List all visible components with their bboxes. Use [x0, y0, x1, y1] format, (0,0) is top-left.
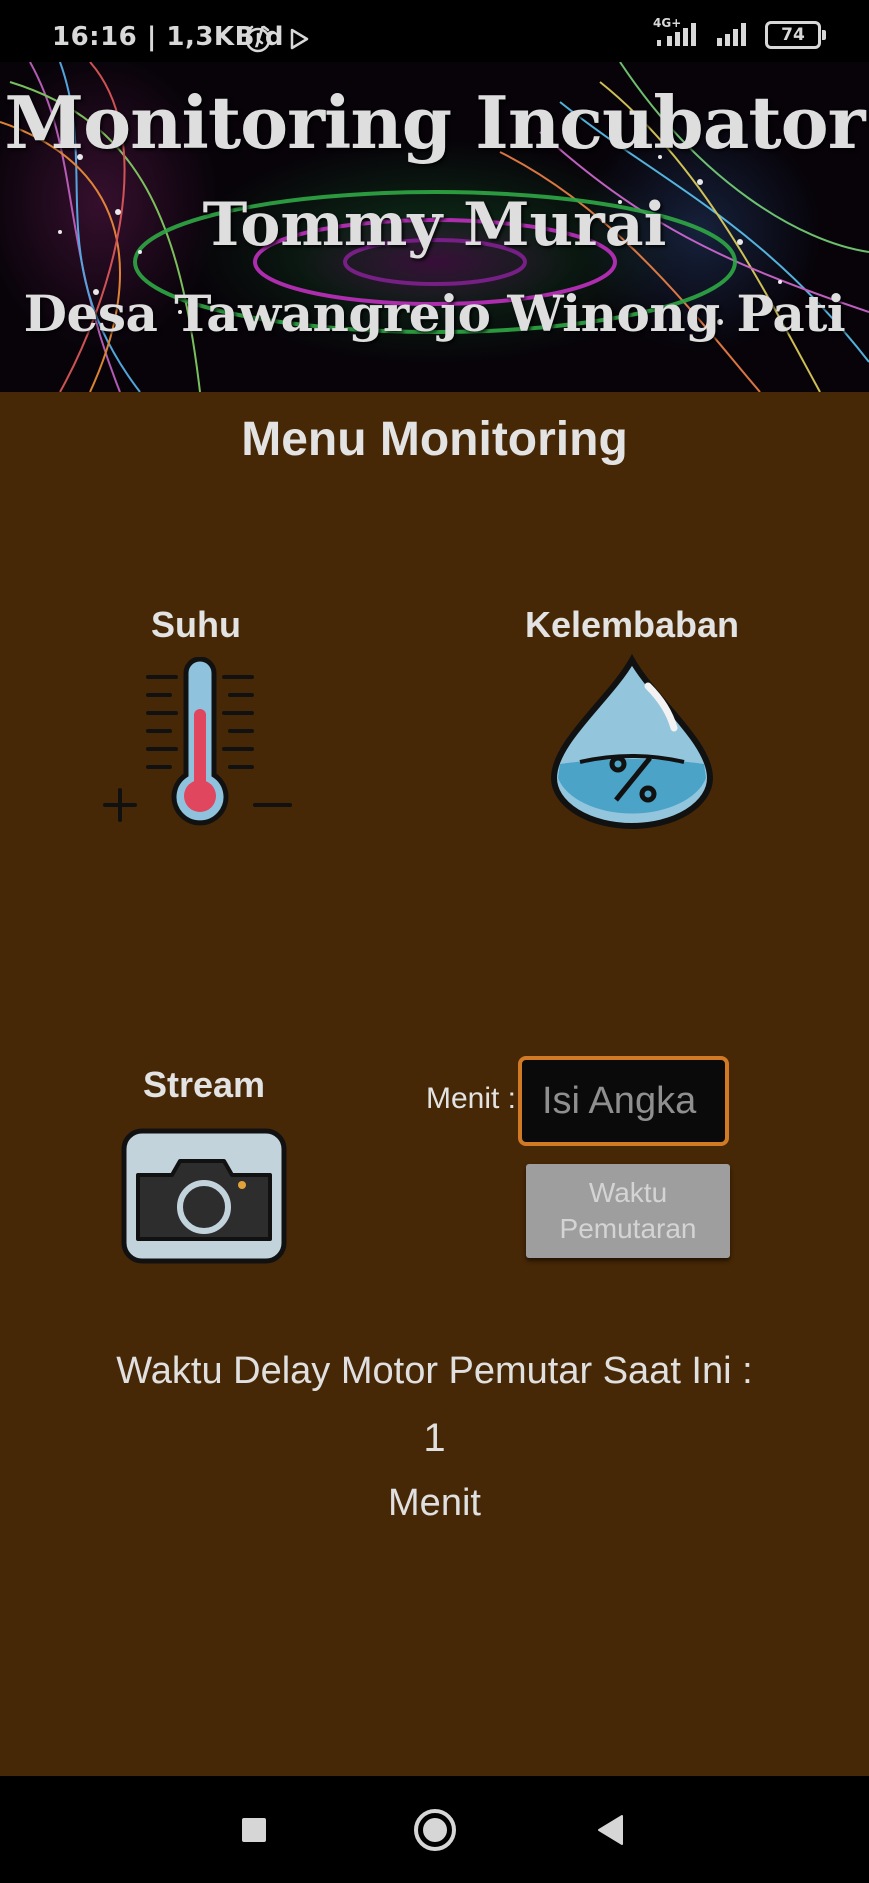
banner-title: Monitoring Incubator — [4, 80, 865, 165]
battery-level: 74 — [781, 25, 805, 45]
current-delay-label: Waktu Delay Motor Pemutar Saat Ini : — [116, 1350, 753, 1392]
banner-location: Desa Tawangrejo Winong Pati — [23, 284, 846, 343]
alarm-clock-icon — [245, 25, 271, 53]
humidity-tile[interactable] — [550, 653, 714, 830]
current-delay-unit: Menit — [388, 1482, 481, 1524]
header-banner: Monitoring Incubator Tommy Murai Desa Ta… — [0, 62, 869, 392]
stream-tile[interactable] — [120, 1127, 290, 1267]
status-icons-left — [243, 24, 311, 54]
camera-icon — [121, 1128, 287, 1264]
set-rotation-time-button[interactable]: Waktu Pemutaran — [526, 1164, 730, 1258]
page-title: Menu Monitoring — [241, 413, 628, 466]
signal-icon — [717, 23, 746, 46]
signal-4g-icon: 4G+ — [653, 16, 701, 50]
status-icons-right: 4G+ 74 — [653, 16, 826, 50]
minutes-label: Menit : — [425, 1082, 516, 1115]
home-icon[interactable] — [412, 1807, 458, 1853]
battery-icon: 74 — [765, 21, 826, 49]
clock-text: 16:16 — [52, 22, 138, 52]
play-store-icon — [290, 28, 309, 50]
status-bar: 16:16 | 1,3KB/d 4G+ 74 — [0, 0, 869, 62]
back-icon[interactable] — [596, 1814, 626, 1846]
humidity-label: Kelembaban — [524, 604, 740, 645]
stream-label: Stream — [142, 1064, 266, 1105]
minutes-input[interactable] — [518, 1056, 729, 1146]
temperature-label: Suhu — [151, 604, 241, 645]
banner-owner-name: Tommy Murai — [202, 190, 667, 260]
main-content: Menu Monitoring Suhu Kelembaban Stream M… — [0, 392, 869, 1776]
thermometer-icon — [103, 656, 292, 826]
system-nav-bar — [0, 1776, 869, 1883]
humidity-drop-icon — [550, 653, 714, 829]
temperature-tile[interactable] — [100, 656, 300, 837]
recent-apps-icon[interactable] — [240, 1816, 268, 1844]
current-delay-value: 1 — [423, 1416, 446, 1460]
